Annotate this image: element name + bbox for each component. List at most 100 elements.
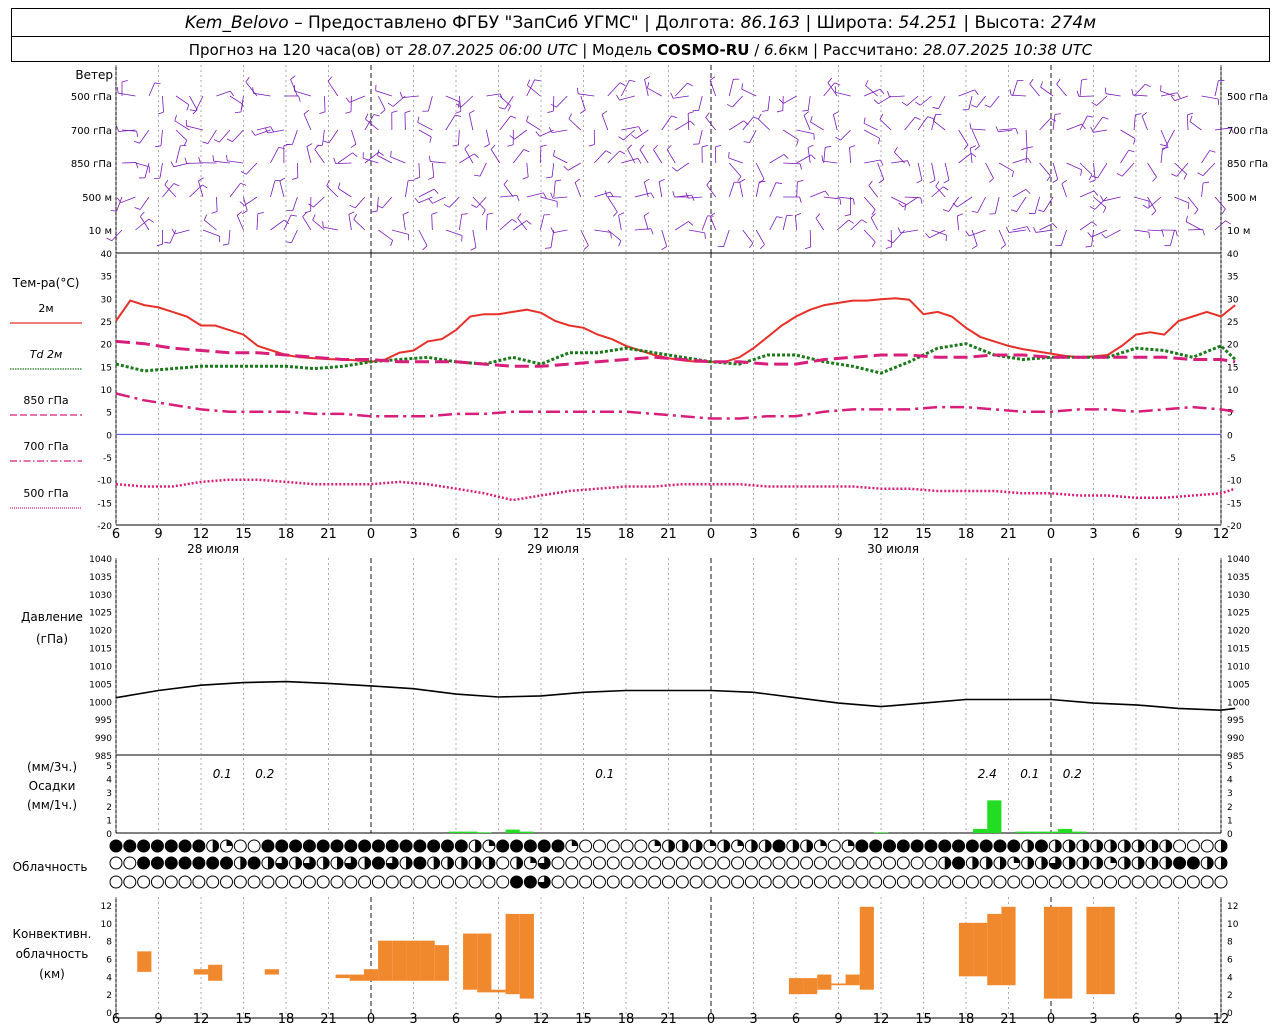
wind-barb-flag (1133, 138, 1136, 145)
wind-barb-flag (1081, 78, 1088, 81)
wind-barb (404, 180, 409, 198)
cloud-symbol-fill (1221, 840, 1227, 852)
wind-barb (445, 229, 463, 236)
wind-barb-flag (252, 87, 254, 94)
wind-barb-flag (1194, 209, 1199, 215)
temp-2m-line (115, 297, 1236, 363)
wind-barb-flag (776, 216, 783, 219)
wind-barb (1120, 129, 1136, 139)
wind-barb-flag (327, 76, 333, 82)
wind-barb (794, 215, 798, 231)
wind-barb-flag (404, 110, 411, 113)
wind-barb (236, 215, 244, 231)
time-tick-label-bottom: 6 (1132, 1012, 1140, 1024)
wind-barb-flag (887, 91, 890, 97)
wind-barb-flag (833, 111, 839, 115)
wind-barb-flag (1010, 209, 1017, 212)
wind-barb (957, 196, 973, 208)
cloud-symbol (565, 875, 579, 889)
cloud-symbol (441, 839, 454, 853)
convective-bar (1086, 906, 1101, 995)
wind-barb-flag (704, 232, 706, 239)
wind-barb-flag (1221, 208, 1226, 215)
pressure-tick-right: 1030 (1227, 591, 1250, 601)
wind-barb-flag (481, 209, 486, 216)
cloud-symbol (1021, 875, 1035, 889)
cloud-symbol-fill (475, 857, 482, 869)
cloud-symbol-fill (571, 840, 578, 846)
wind-barb-flag (1009, 89, 1012, 96)
wind-barb (1214, 196, 1226, 210)
time-tick-label-bottom: 12 (193, 1012, 210, 1024)
cloud-symbol-fill (1124, 840, 1131, 852)
conv-tick-left: 2 (106, 991, 112, 1001)
wind-barb-flag (878, 138, 881, 145)
wind-barb (479, 162, 487, 177)
wind-barb (418, 162, 421, 178)
cloud-symbol-fill (1151, 857, 1158, 869)
wind-barb-flag (1040, 81, 1044, 88)
wind-barb-flag (550, 192, 554, 199)
wind-barb (1160, 129, 1169, 147)
wind-barb-flag (834, 82, 841, 86)
cloud-symbol (910, 875, 924, 889)
pressure-tick-right: 1005 (1227, 680, 1250, 690)
wind-barb (741, 88, 757, 97)
wind-barb (503, 184, 514, 198)
pressure-tick-right: 1040 (1227, 555, 1250, 565)
wind-barb (892, 229, 905, 244)
wind-barb (553, 181, 556, 198)
wind-barb-flag (540, 144, 547, 147)
cloud-symbol (385, 839, 399, 853)
wind-barb-flag (429, 136, 432, 143)
temp-tick-right: 25 (1227, 318, 1238, 328)
wind-barb-flag (1100, 195, 1104, 202)
wind-barb-flag (661, 246, 667, 251)
wind-barb (674, 82, 688, 97)
time-tick-label-bottom: 15 (915, 1012, 932, 1024)
wind-barb (1012, 80, 1018, 97)
wind-barb-flag (1152, 176, 1157, 182)
wind-barb (755, 229, 765, 245)
wind-barb-flag (292, 177, 298, 180)
wind-barb-flag (257, 212, 264, 215)
wind-barb-flag (279, 177, 286, 182)
wind-barb-flag (927, 116, 934, 120)
wind-barb (994, 196, 1000, 214)
wind-barb (868, 185, 878, 198)
wind-level-label-right: 500 м (1227, 193, 1257, 204)
cloud-symbol (109, 856, 123, 870)
wind-barb (1096, 95, 1108, 106)
wind-barb (607, 82, 621, 97)
wind-barb (219, 129, 231, 143)
wind-barb (567, 162, 581, 171)
wind-barb-flag (1087, 232, 1092, 238)
cloud-symbol (302, 839, 316, 853)
wind-barb (932, 120, 946, 131)
temp-tick-right: 0 (1227, 431, 1233, 441)
wind-barb (472, 229, 477, 248)
convective-bar (208, 964, 223, 981)
wind-barb-flag (222, 243, 229, 246)
cloud-symbol (1104, 875, 1117, 889)
temp-tick-right: 40 (1227, 250, 1239, 260)
wind-barb (376, 196, 379, 212)
temp-tick-left: -15 (97, 499, 112, 509)
wind-barb (749, 129, 757, 143)
wind-barb-flag (824, 190, 830, 196)
wind-barb-flag (136, 131, 139, 138)
temp-tick-right: 10 (1227, 386, 1239, 396)
cloud-symbol (869, 856, 883, 870)
cloud-symbol (606, 856, 620, 870)
wind-barb-flag (461, 213, 468, 215)
pressure-tick-left: 1015 (89, 645, 112, 655)
wind-barb-flag (1000, 244, 1006, 249)
wind-barb (879, 119, 892, 131)
wind-barb-flag (428, 176, 434, 180)
cloud-symbol (1048, 875, 1062, 889)
wind-barb-flag (942, 186, 949, 191)
wind-barb-flag (184, 157, 188, 164)
wind-barb (349, 95, 366, 103)
cloud-symbol-fill (461, 857, 468, 869)
cloud-symbol (965, 839, 979, 853)
